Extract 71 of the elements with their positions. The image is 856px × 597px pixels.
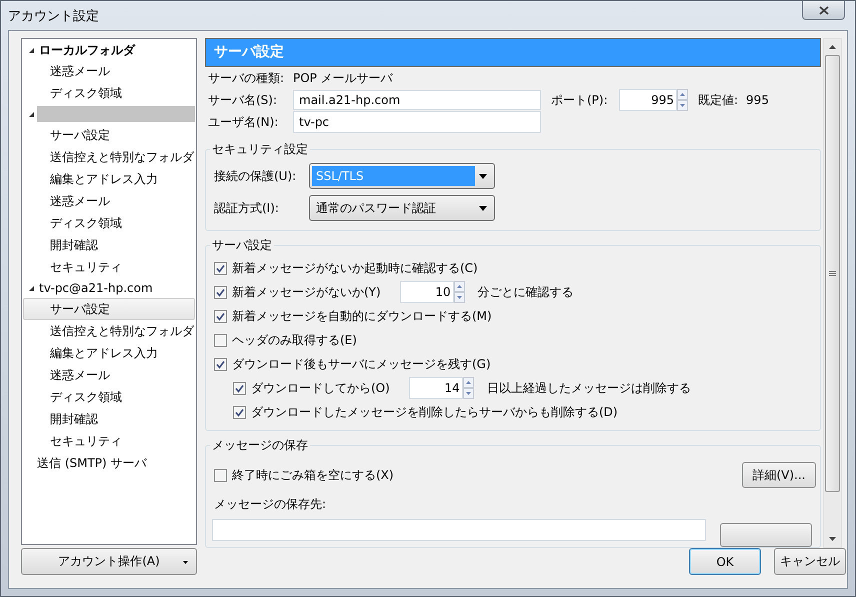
vertical-scrollbar[interactable] [823, 38, 842, 548]
account-actions-button[interactable]: アカウント操作(A) [21, 548, 197, 575]
group-title: メッセージの保存 [211, 437, 309, 454]
folder-path-field[interactable] [212, 519, 706, 541]
checkbox[interactable] [214, 262, 227, 274]
tree-item[interactable]: tv-pc@a21-hp.com [37, 281, 153, 295]
caret-icon [479, 206, 487, 210]
checkbox[interactable] [233, 382, 246, 394]
tree-item[interactable]: 迷惑メール [23, 60, 195, 82]
tree-item[interactable]: サーバ設定 [23, 124, 195, 146]
tree-item[interactable]: 迷惑メール [23, 364, 195, 386]
server-name-field[interactable]: mail.a21-hp.com [293, 90, 541, 110]
tree-item[interactable]: 開封確認 [23, 234, 195, 256]
tree-item[interactable]: ディスク領域 [23, 82, 195, 104]
dropdown[interactable]: 通常のパスワード認証 [309, 195, 495, 221]
tree-item[interactable]: 開封確認 [23, 408, 195, 430]
checkbox-label[interactable]: 新着メッセージを自動的にダウンロードする(M) [232, 308, 492, 324]
expanded-triangle-icon[interactable] [28, 110, 34, 118]
tree-item[interactable]: 送信控えと特別なフォルダ [23, 320, 195, 342]
group-title: セキュリティ設定 [211, 141, 309, 158]
tree-item[interactable]: 迷惑メール [23, 190, 195, 212]
dialog-button[interactable]: OK [689, 548, 761, 575]
checkbox[interactable] [214, 334, 227, 346]
tree-item[interactable]: ディスク領域 [23, 386, 195, 408]
checkbox[interactable] [214, 358, 227, 370]
default-port-value: 995 [746, 93, 769, 107]
window-title: アカウント設定 [8, 8, 99, 24]
group-title: サーバ設定 [211, 237, 273, 254]
option-suffix-text: 分ごとに確認する [478, 284, 574, 300]
checkbox-label[interactable]: 新着メッセージがないか(Y) [232, 284, 381, 300]
checkbox-label[interactable]: 終了時にごみ箱を空にする(X) [232, 466, 394, 484]
field-label: ポート(P): [551, 92, 609, 108]
checkbox-label[interactable]: ダウンロードしたメッセージを削除したらサーバからも削除する(D) [251, 404, 618, 420]
close-button[interactable] [802, 1, 845, 20]
field-label: メッセージの保存先: [214, 496, 328, 513]
checkbox[interactable] [214, 310, 227, 322]
user-name-field[interactable]: tv-pc [293, 111, 541, 133]
tree-item[interactable]: 送信 (SMTP) サーバ [23, 452, 195, 474]
checkbox-label[interactable]: ダウンロード後もサーバにメッセージを残す(G) [232, 356, 491, 372]
tree-item[interactable]: 編集とアドレス入力 [23, 342, 195, 364]
field-label: 既定値: [698, 92, 738, 108]
caret-icon [183, 561, 188, 564]
tree-item[interactable]: サーバ設定 [23, 298, 195, 320]
section-header: サーバ設定 [205, 38, 821, 67]
advanced-button[interactable]: 詳細(V)... [742, 462, 816, 488]
caret-icon [479, 174, 487, 178]
dialog-button[interactable]: キャンセル [774, 548, 846, 575]
tree-item[interactable]: 編集とアドレス入力 [23, 168, 195, 190]
checkbox-label[interactable]: ダウンロードしてから(O) [251, 380, 390, 396]
server-type-value: POP メールサーバ [293, 70, 393, 87]
tree-item[interactable]: ローカルフォルダ [37, 42, 135, 58]
option-suffix-text: 日以上経過したメッセージは削除する [486, 380, 691, 396]
tree-item[interactable]: セキュリティ [23, 256, 195, 278]
field-label: サーバ名(S): [208, 92, 278, 108]
field-label: サーバの種類: [208, 70, 286, 87]
scroll-thumb[interactable] [825, 55, 840, 492]
expanded-triangle-icon[interactable] [28, 46, 34, 54]
checkbox-label[interactable]: 新着メッセージがないか起動時に確認する(C) [232, 260, 478, 276]
tree-item[interactable]: セキュリティ [23, 430, 195, 452]
checkbox-label[interactable]: ヘッダのみ取得する(E) [232, 332, 357, 348]
checkbox[interactable] [214, 468, 227, 482]
browse-button[interactable] [720, 523, 812, 547]
checkbox[interactable] [233, 406, 246, 418]
close-icon [818, 6, 828, 14]
tree-item[interactable]: 送信控えと特別なフォルダ [23, 146, 195, 168]
expanded-triangle-icon[interactable] [28, 284, 34, 292]
checkbox[interactable] [214, 286, 227, 298]
field-label: ユーザ名(N): [208, 114, 280, 130]
field-label: 認証方式(I): [214, 200, 280, 216]
tree-item[interactable]: ディスク領域 [23, 212, 195, 234]
field-label: 接続の保護(U): [214, 168, 298, 184]
